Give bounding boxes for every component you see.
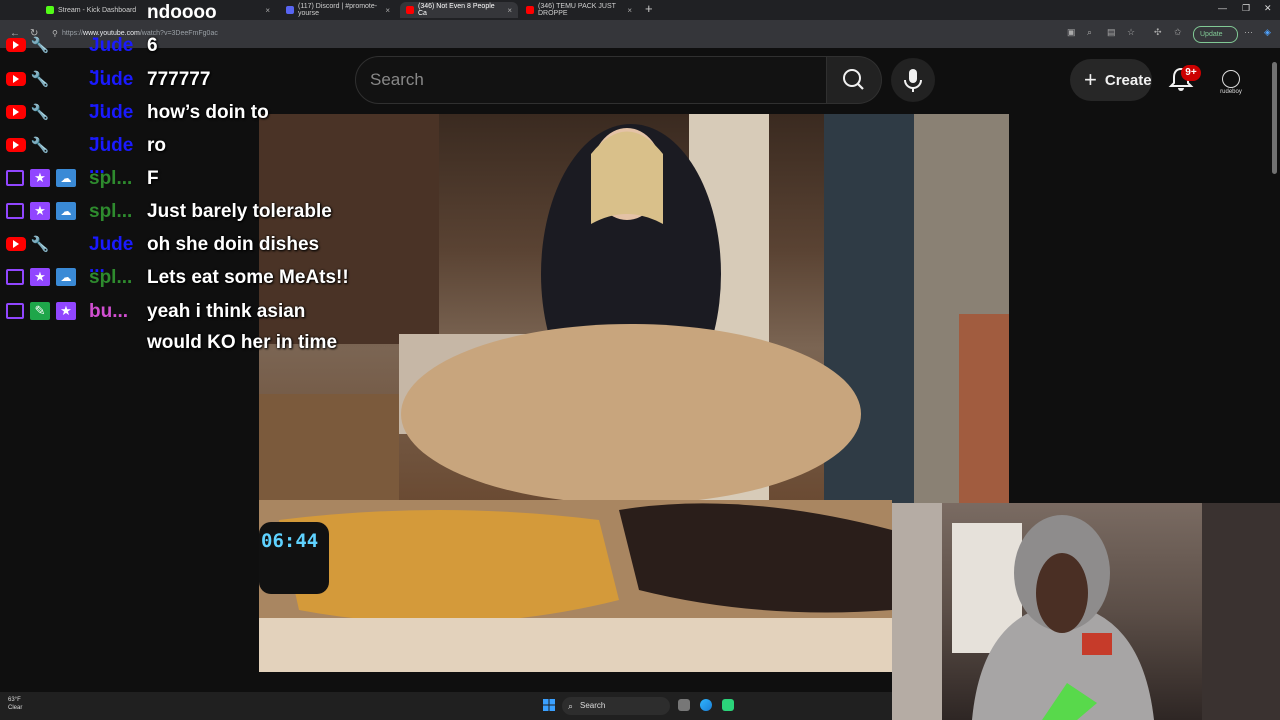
search-icon: ⌕ bbox=[568, 701, 574, 711]
voice-search-button[interactable] bbox=[891, 58, 935, 102]
create-button[interactable]: + Create bbox=[1070, 59, 1152, 101]
notification-count-badge: 9+ bbox=[1181, 65, 1201, 81]
prime-badge-icon: ☁ bbox=[56, 169, 76, 187]
kick-icon bbox=[46, 6, 54, 14]
browser-tab-youtube-active[interactable]: (346) Not Even 8 People Ca × bbox=[400, 2, 518, 18]
star-badge-icon: ★ bbox=[30, 202, 50, 220]
webcam-overlay bbox=[892, 503, 1280, 720]
countdown-timer: 06:44 bbox=[261, 530, 319, 552]
youtube-icon bbox=[526, 6, 534, 14]
youtube-icon bbox=[6, 38, 26, 52]
copilot-icon[interactable]: ◈ bbox=[1264, 27, 1271, 38]
chat-username: bu... bbox=[89, 301, 129, 322]
edge-browser-icon[interactable] bbox=[700, 699, 712, 711]
chat-message-text: F bbox=[147, 168, 159, 189]
twitch-icon bbox=[6, 269, 24, 285]
avatar-face-icon bbox=[1222, 69, 1240, 88]
youtube-icon bbox=[6, 138, 26, 152]
prime-badge-icon: ☁ bbox=[56, 268, 76, 286]
youtube-icon bbox=[6, 105, 26, 119]
favorites-icon[interactable]: ✩ bbox=[1174, 27, 1182, 38]
chat-message-text: how’s doin to bbox=[147, 102, 269, 123]
chat-message-text: ro bbox=[147, 135, 166, 156]
browser-tab-discord[interactable]: (117) Discord | #promote-yourse × bbox=[280, 2, 396, 18]
app-icon[interactable] bbox=[722, 699, 734, 711]
youtube-icon bbox=[406, 6, 414, 14]
chat-message-text: 6 bbox=[147, 35, 158, 56]
bookmark-star-icon[interactable]: ☆ bbox=[1127, 27, 1135, 38]
plus-icon: + bbox=[1084, 67, 1097, 92]
chat-username: spl... bbox=[89, 168, 133, 189]
restore-icon[interactable]: ❐ bbox=[1242, 3, 1250, 14]
discord-icon bbox=[286, 6, 294, 14]
update-button[interactable]: Update bbox=[1193, 26, 1238, 43]
chat-username: spl... bbox=[89, 267, 133, 288]
cast-icon[interactable]: ▤ bbox=[1107, 27, 1116, 38]
zoom-icon[interactable]: ⌕ bbox=[1087, 27, 1092, 38]
twitch-icon bbox=[6, 203, 24, 219]
extensions-icon[interactable]: ✣ bbox=[1154, 27, 1162, 38]
youtube-icon bbox=[6, 237, 26, 251]
task-view-icon[interactable] bbox=[678, 699, 690, 711]
taskbar-search[interactable]: ⌕ Search bbox=[562, 697, 670, 715]
search-input[interactable]: Search bbox=[355, 56, 827, 104]
minimize-icon[interactable]: — bbox=[1218, 3, 1227, 13]
chat-top-message: ndoooo bbox=[147, 2, 217, 23]
site-info-icon[interactable]: ⚲ bbox=[52, 29, 58, 38]
wrench-icon: 🔧 bbox=[30, 71, 50, 88]
windows-start-icon[interactable] bbox=[543, 699, 555, 711]
twitch-icon bbox=[6, 303, 24, 319]
prime-badge-icon: ☁ bbox=[56, 202, 76, 220]
twitch-icon bbox=[6, 170, 24, 186]
video-player[interactable] bbox=[259, 114, 1009, 504]
chat-message-text: Lets eat some MeAts!! bbox=[147, 267, 349, 288]
video-frame-scene bbox=[259, 114, 1009, 504]
search-icon bbox=[843, 69, 864, 90]
new-tab-button[interactable]: + bbox=[645, 2, 653, 16]
close-tab-icon[interactable]: × bbox=[507, 6, 512, 15]
browser-tab-youtube-temu[interactable]: (346) TEMU PACK JUST DROPPE × bbox=[520, 2, 638, 18]
account-avatar[interactable]: rudeboy bbox=[1212, 63, 1250, 101]
chat-message-continuation: would KO her in time bbox=[147, 332, 338, 353]
video-player-lower[interactable]: 06:44 bbox=[259, 500, 892, 672]
windows-taskbar bbox=[0, 692, 892, 720]
close-tab-icon[interactable]: × bbox=[265, 6, 270, 15]
search-button[interactable] bbox=[827, 56, 882, 104]
chat-message-text: oh she doin dishes bbox=[147, 234, 320, 255]
chat-message-text: Just barely tolerable bbox=[147, 201, 332, 222]
verified-badge-icon: ✎ bbox=[30, 302, 50, 320]
chat-message-text: yeah i think asian bbox=[147, 301, 306, 322]
chat-message-text: 777777 bbox=[147, 69, 211, 90]
close-window-icon[interactable]: ✕ bbox=[1264, 3, 1272, 14]
install-app-icon[interactable]: ▣ bbox=[1067, 27, 1076, 38]
webcam-scene bbox=[892, 503, 1280, 720]
microphone-icon bbox=[904, 69, 922, 92]
url-field[interactable]: https://www.youtube.com/watch?v=3DeeFmFg… bbox=[62, 26, 1062, 42]
wrench-icon: 🔧 bbox=[30, 236, 50, 253]
weather-widget[interactable]: 63°F Clear bbox=[8, 696, 22, 712]
close-tab-icon[interactable]: × bbox=[385, 6, 390, 15]
star-badge-icon: ★ bbox=[30, 268, 50, 286]
star-badge-icon: ★ bbox=[30, 169, 50, 187]
page-scrollbar[interactable] bbox=[1272, 62, 1277, 174]
wrench-icon: 🔧 bbox=[30, 37, 50, 54]
wrench-icon: 🔧 bbox=[30, 137, 50, 154]
close-tab-icon[interactable]: × bbox=[627, 6, 632, 15]
address-bar-row: ← ↻ ⚲ https://www.youtube.com/watch?v=3D… bbox=[0, 20, 1280, 48]
menu-dots-icon[interactable]: ⋯ bbox=[1244, 27, 1253, 38]
star-badge-icon: ★ bbox=[56, 302, 76, 320]
food-board-scene bbox=[259, 500, 892, 672]
chat-username: spl... bbox=[89, 201, 133, 222]
youtube-icon bbox=[6, 72, 26, 86]
wrench-icon: 🔧 bbox=[30, 104, 50, 121]
